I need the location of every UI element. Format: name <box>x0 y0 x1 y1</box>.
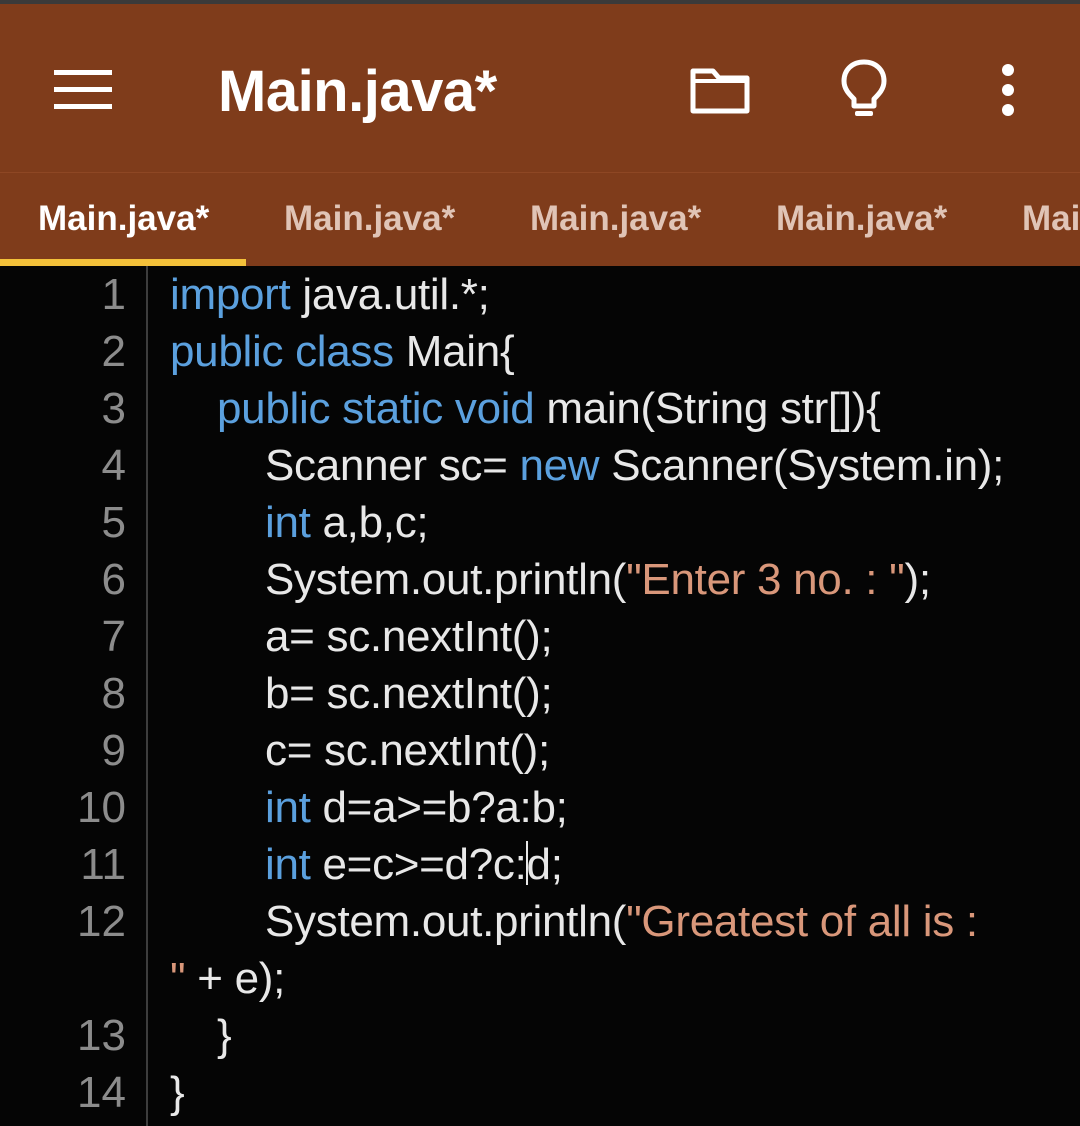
code-text: e=c>=d?c: <box>310 840 527 889</box>
code-text: a,b,c; <box>310 498 429 547</box>
line-number: 11 <box>80 840 126 889</box>
code-line: } <box>217 1007 232 1064</box>
gutter-divider <box>146 266 148 1126</box>
code-text: java.util.*; <box>290 270 490 319</box>
tab-main-java-2[interactable]: Main.java* <box>284 173 455 266</box>
tab-main-java-1[interactable]: Main.java* <box>38 173 209 266</box>
code-line: System.out.println("Greatest of all is : <box>265 893 978 950</box>
folder-icon[interactable] <box>682 56 758 124</box>
code-line: System.out.println("Enter 3 no. : "); <box>265 551 931 608</box>
code-line: b= sc.nextInt(); <box>265 665 553 722</box>
line-number: 14 <box>77 1068 126 1117</box>
code-line: public class Main{ <box>170 323 515 380</box>
code-keyword: public class <box>170 327 394 376</box>
code-text: b= sc.nextInt(); <box>265 669 553 718</box>
line-number: 12 <box>77 897 126 946</box>
code-keyword: public static void <box>217 384 535 433</box>
code-keyword: import <box>170 270 291 319</box>
code-line: int d=a>=b?a:b; <box>265 779 568 836</box>
line-number: 4 <box>101 441 126 490</box>
lightbulb-icon[interactable] <box>828 50 900 130</box>
code-text: a= sc.nextInt(); <box>265 612 553 661</box>
code-text: Scanner sc= <box>265 441 520 490</box>
line-number: 8 <box>101 669 126 718</box>
code-text: ); <box>904 555 931 604</box>
line-number: 1 <box>101 270 126 319</box>
code-editor[interactable]: 1 2 3 4 5 6 7 8 9 10 11 12 13 14 import … <box>0 266 1080 1126</box>
code-keyword: int <box>265 498 311 547</box>
app-toolbar: Main.java* <box>0 0 1080 172</box>
code-text: Scanner(System.in); <box>599 441 1005 490</box>
code-text: + e); <box>185 954 286 1003</box>
line-number: 7 <box>101 612 126 661</box>
line-number: 6 <box>101 555 126 604</box>
more-vert-icon[interactable] <box>984 56 1032 124</box>
line-number: 13 <box>77 1011 126 1060</box>
code-line: a= sc.nextInt(); <box>265 608 553 665</box>
code-text: d; <box>526 840 563 889</box>
code-line: int e=c>=d?c:d; <box>265 836 563 893</box>
code-text: System.out.println( <box>265 555 627 604</box>
code-text: c= sc.nextInt(); <box>265 726 550 775</box>
code-line: public static void main(String str[]){ <box>217 380 881 437</box>
code-line: } <box>170 1064 185 1121</box>
code-line: c= sc.nextInt(); <box>265 722 550 779</box>
code-keyword: int <box>265 783 311 832</box>
code-text: Main{ <box>393 327 515 376</box>
code-string: "Enter 3 no. : " <box>626 555 905 604</box>
code-text: } <box>217 1011 232 1060</box>
tab-main-java-3[interactable]: Main.java* <box>530 173 701 266</box>
code-line: Scanner sc= new Scanner(System.in); <box>265 437 1004 494</box>
code-line: import java.util.*; <box>170 266 490 323</box>
code-editor-app: Main.java* Main.java* Main.java* Main.ja <box>0 0 1080 1126</box>
code-line: int a,b,c; <box>265 494 429 551</box>
code-text: main(String str[]){ <box>534 384 881 433</box>
file-title: Main.java* <box>218 59 497 124</box>
hamburger-menu-icon[interactable] <box>48 60 120 120</box>
code-string: " <box>170 954 186 1003</box>
code-text: d=a>=b?a:b; <box>310 783 568 832</box>
line-number: 10 <box>77 783 126 832</box>
tab-main-java-5[interactable]: Mai <box>1022 173 1080 266</box>
code-keyword: int <box>265 840 311 889</box>
active-tab-indicator <box>0 259 246 266</box>
line-number: 2 <box>101 327 126 376</box>
code-line-wrapped: " + e); <box>170 950 285 1007</box>
code-keyword: new <box>519 441 600 490</box>
file-tabs: Main.java* Main.java* Main.java* Main.ja… <box>0 172 1080 266</box>
line-number: 5 <box>101 498 126 547</box>
code-string: "Greatest of all is : <box>626 897 978 946</box>
line-number: 9 <box>101 726 126 775</box>
line-number: 3 <box>101 384 126 433</box>
code-text: System.out.println( <box>265 897 627 946</box>
tab-main-java-4[interactable]: Main.java* <box>776 173 947 266</box>
code-text: } <box>170 1068 185 1117</box>
